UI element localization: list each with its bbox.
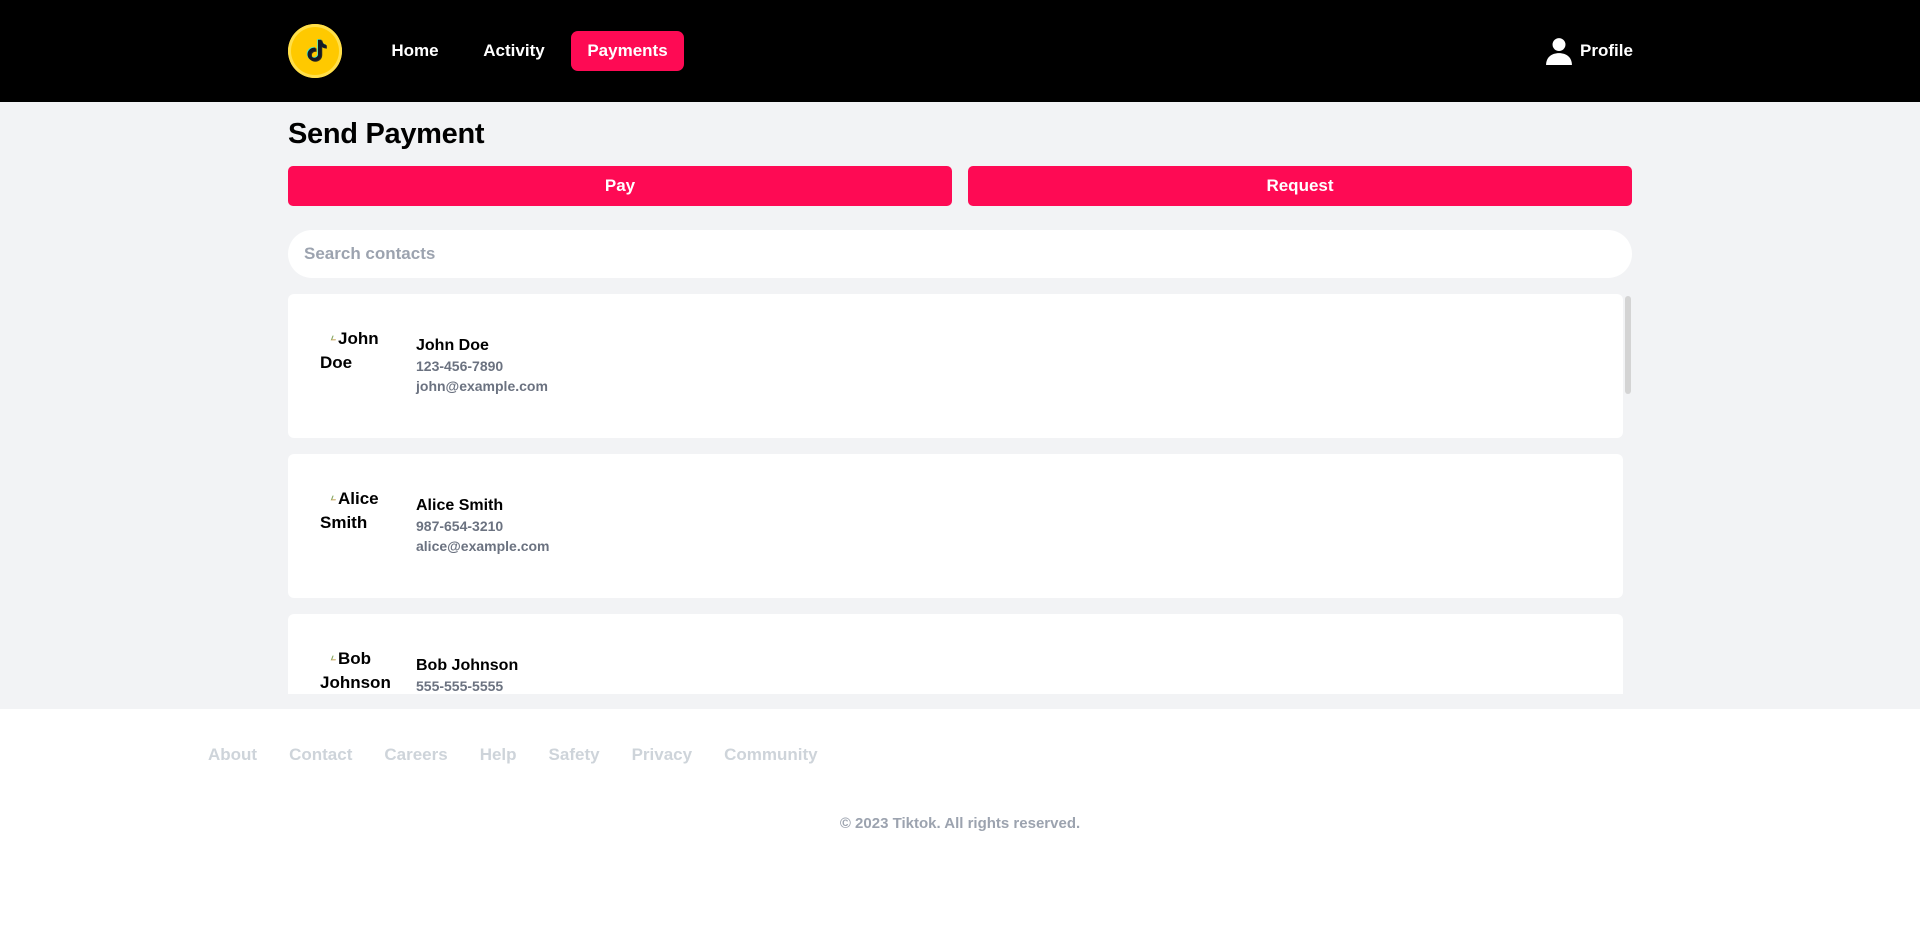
profile-link[interactable]: Profile [1546, 35, 1633, 67]
footer-link-help[interactable]: Help [480, 745, 517, 765]
pay-button[interactable]: Pay [288, 166, 952, 206]
profile-label: Profile [1580, 41, 1633, 60]
contact-info: Alice Smith 987-654-3210 alice@example.c… [416, 496, 550, 556]
scrollbar-thumb[interactable] [1625, 296, 1631, 394]
broken-image-icon [330, 495, 338, 501]
contact-card[interactable]: Alice Smith Alice Smith 987-654-3210 alic… [288, 454, 1623, 598]
avatar-alt-text: Bob [338, 649, 372, 668]
footer-link-about[interactable]: About [208, 745, 257, 765]
avatar-alt-text: Johnson [320, 673, 391, 692]
footer-link-community[interactable]: Community [724, 745, 818, 765]
page-title: Send Payment [288, 118, 485, 150]
contact-phone: 123-456-7890 [416, 358, 504, 374]
contact-list-scrollbar[interactable] [1624, 294, 1632, 694]
contact-name: John Doe [416, 337, 489, 354]
footer: About Contact Careers Help Safety Privac… [0, 709, 1920, 926]
contact-email: alice@example.com [416, 538, 550, 554]
avatar-alt-text: Alice [338, 489, 379, 508]
broken-image-icon [330, 335, 338, 341]
main-content: Send Payment Pay Request John Doe John Do… [0, 102, 1920, 709]
contact-avatar: Alice Smith [320, 487, 384, 551]
footer-link-privacy[interactable]: Privacy [632, 745, 693, 765]
avatar-alt-text: John [338, 329, 379, 348]
avatar-alt-text: Doe [320, 353, 353, 372]
contact-phone: 987-654-3210 [416, 518, 504, 534]
music-note-icon [306, 39, 327, 62]
footer-links: About Contact Careers Help Safety Privac… [208, 745, 818, 765]
contact-avatar: John Doe [320, 327, 384, 391]
avatar-alt-text: Smith [320, 513, 368, 532]
contact-name: Alice Smith [416, 497, 504, 514]
contact-card[interactable]: John Doe John Doe 123-456-7890 john@examp… [288, 294, 1623, 438]
search-contacts-input[interactable] [288, 230, 1632, 278]
contact-card[interactable]: Bob Johnson Bob Johnson 555-555-5555 [288, 614, 1623, 694]
nav-activity[interactable]: Activity [474, 31, 554, 71]
tiktok-logo-icon[interactable] [288, 24, 342, 78]
contact-email: john@example.com [416, 378, 548, 394]
nav-payments[interactable]: Payments [571, 31, 684, 71]
footer-link-careers[interactable]: Careers [384, 745, 447, 765]
copyright-text: © 2023 Tiktok. All rights reserved. [839, 815, 1081, 832]
top-navbar: Home Activity Payments Profile [0, 0, 1920, 102]
contact-name: Bob Johnson [416, 657, 519, 674]
user-icon [1546, 38, 1572, 65]
contact-phone: 555-555-5555 [416, 678, 504, 694]
contact-info: John Doe 123-456-7890 john@example.com [416, 336, 548, 396]
contact-info: Bob Johnson 555-555-5555 [416, 656, 518, 694]
contact-avatar: Bob Johnson [320, 647, 391, 694]
request-button[interactable]: Request [968, 166, 1632, 206]
broken-image-icon [330, 655, 338, 661]
footer-link-contact[interactable]: Contact [289, 745, 352, 765]
contact-list: John Doe John Doe 123-456-7890 john@examp… [288, 294, 1632, 694]
nav-home[interactable]: Home [378, 31, 452, 71]
footer-link-safety[interactable]: Safety [549, 745, 600, 765]
